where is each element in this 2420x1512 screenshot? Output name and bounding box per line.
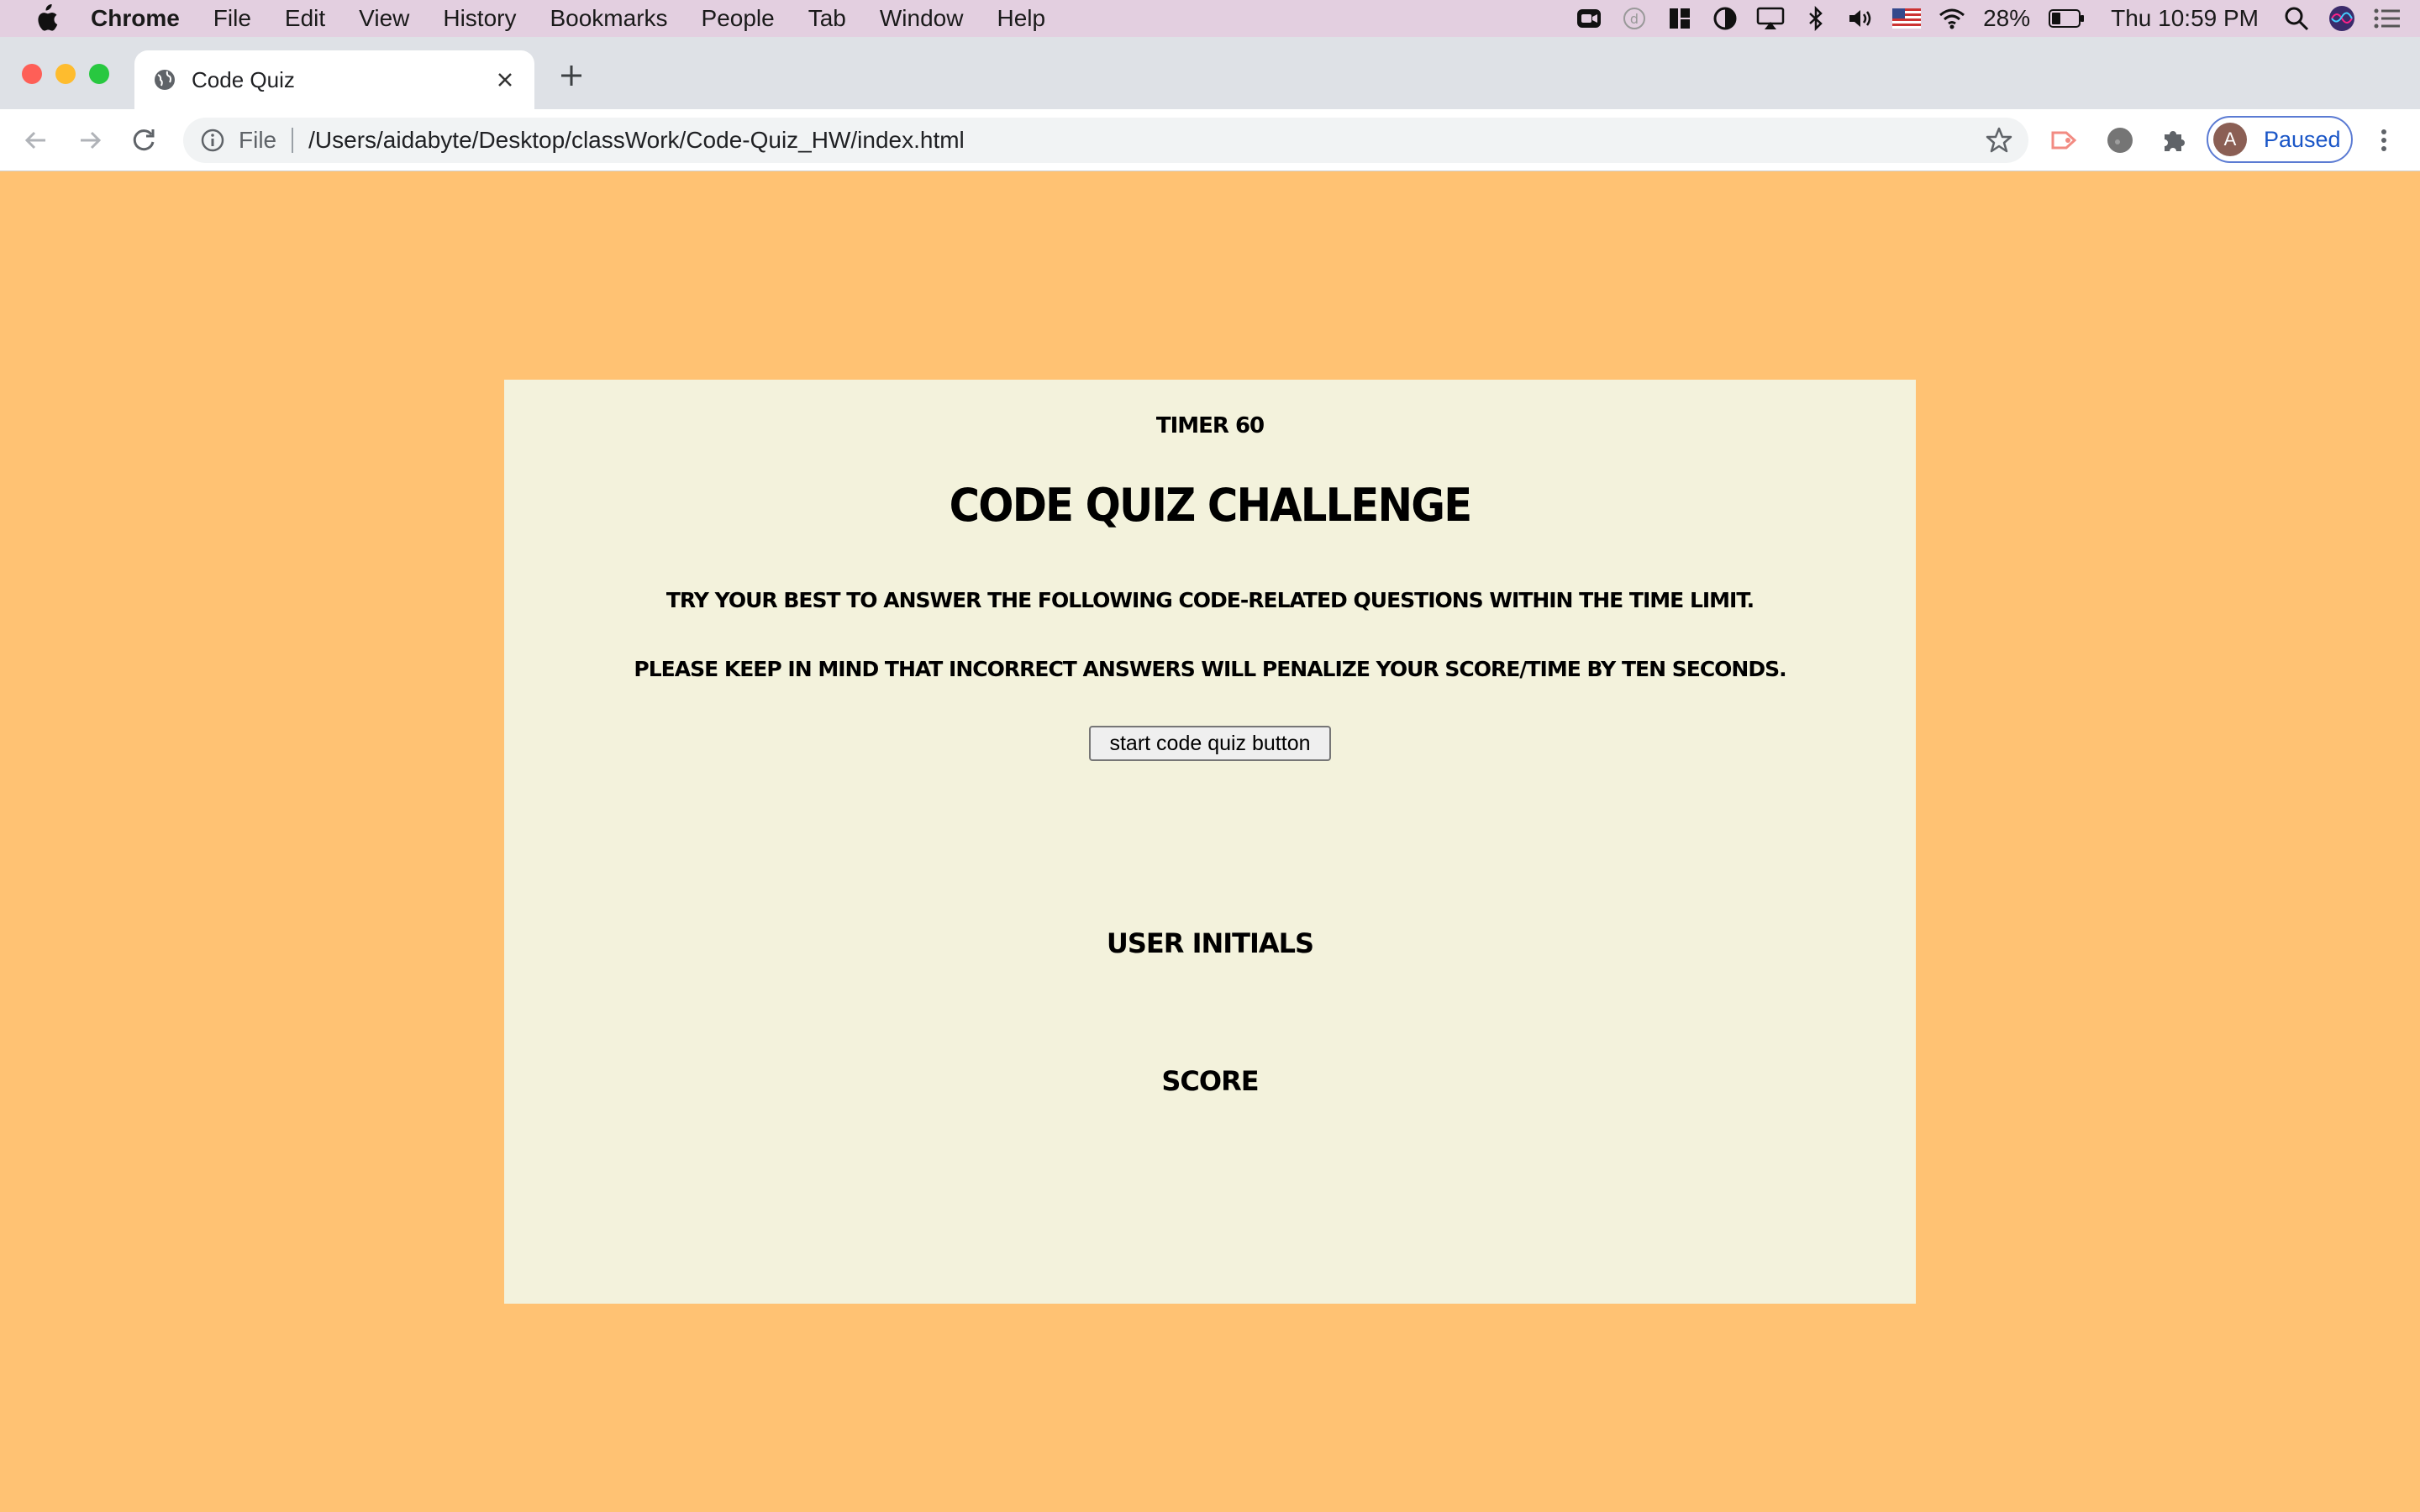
menu-tab[interactable]: Tab [808,5,846,32]
start-quiz-button[interactable]: start code quiz button [1089,726,1331,761]
menu-file[interactable]: File [213,5,251,32]
instructions-line-2: Please keep in mind that incorrect answe… [634,657,1786,681]
maximize-window-button[interactable] [89,64,109,84]
url-scheme-label: File [239,127,277,153]
menu-window[interactable]: Window [880,5,964,32]
dash-icon[interactable]: d [1620,4,1649,33]
macos-menu-bar: Chrome File Edit View History Bookmarks … [0,0,2420,37]
bluetooth-icon[interactable] [1802,4,1830,33]
extensions-puzzle-icon[interactable] [2158,124,2190,156]
close-window-button[interactable] [22,64,42,84]
svg-text:d: d [1630,11,1639,27]
apple-logo-icon[interactable] [34,4,59,33]
menu-history[interactable]: History [443,5,516,32]
globe-icon [155,70,175,90]
active-tab[interactable]: Code Quiz [134,50,534,109]
tab-strip: Code Quiz [0,37,2420,109]
cast-extension-icon[interactable] [2049,124,2081,156]
battery-icon[interactable] [2049,4,2086,33]
quiz-card: Timer 60 Code Quiz Challenge Try your be… [504,380,1916,1304]
reload-icon[interactable] [128,124,160,156]
more-menu-icon[interactable] [2368,124,2400,156]
airplay-icon[interactable] [1756,4,1785,33]
contrast-icon[interactable] [1711,4,1739,33]
siri-icon[interactable] [2328,4,2356,33]
profile-status-label: Paused [2264,126,2341,152]
url-divider [292,128,294,153]
volume-icon[interactable] [1847,4,1876,33]
menu-app-name[interactable]: Chrome [91,5,180,32]
score-label: Score [1161,1065,1259,1097]
menu-bookmarks[interactable]: Bookmarks [550,5,667,32]
notification-center-icon[interactable] [2373,4,2402,33]
window-manager-icon[interactable] [1665,4,1694,33]
menubar-clock[interactable]: Thu 10:59 PM [2111,5,2259,32]
tab-title: Code Quiz [192,66,295,92]
battery-percentage: 28% [1983,5,2031,31]
site-info-icon[interactable] [200,128,225,153]
bookmark-star-icon[interactable] [1985,126,2013,155]
us-flag-icon[interactable] [1892,4,1922,33]
url-text[interactable]: /Users/aidabyte/Desktop/classWork/Code-Q… [308,127,1985,154]
spotlight-search-icon[interactable] [2282,4,2311,33]
page-title: Code Quiz Challenge [949,479,1472,532]
profile-button[interactable]: A Paused [2207,116,2353,163]
back-arrow-icon[interactable] [20,124,52,156]
timer-label: Timer 60 [1155,413,1265,438]
wifi-icon[interactable] [1938,4,1966,33]
menu-view[interactable]: View [359,5,409,32]
profile-avatar: A [2213,123,2247,156]
new-tab-plus-icon[interactable] [558,62,585,89]
forward-arrow-icon[interactable] [74,124,106,156]
zoom-icon[interactable] [1575,4,1603,33]
tab-close-icon[interactable] [492,67,518,92]
address-bar[interactable]: File /Users/aidabyte/Desktop/classWork/C… [183,118,2028,163]
menu-help[interactable]: Help [997,5,1045,32]
status-icons: d 28% Thu 10:59 PM [1575,0,2420,37]
menu-edit[interactable]: Edit [285,5,325,32]
browser-toolbar: File /Users/aidabyte/Desktop/classWork/C… [0,109,2420,171]
menu-people[interactable]: People [702,5,775,32]
minimize-window-button[interactable] [55,64,76,84]
user-initials-label: User Initials [1106,927,1314,959]
instructions-line-1: Try your best to answer the following co… [666,588,1754,612]
extension-grey-icon[interactable] [2104,124,2136,156]
